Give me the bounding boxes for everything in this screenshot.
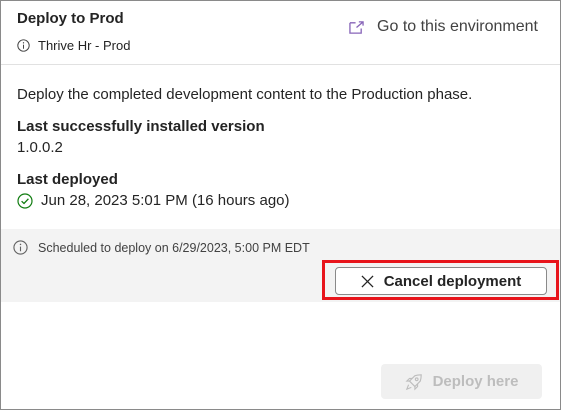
go-to-environment-link[interactable]: Go to this environment [348, 18, 538, 36]
deploy-panel: Deploy to Prod Thrive Hr - Prod Go to th… [0, 0, 561, 410]
last-deployed-label: Last deployed [17, 171, 118, 188]
cancel-deployment-label: Cancel deployment [383, 272, 522, 290]
panel-header: Deploy to Prod Thrive Hr - Prod Go to th… [1, 1, 560, 65]
info-icon [13, 240, 28, 255]
cancel-deployment-button[interactable]: Cancel deployment [335, 267, 547, 295]
rocket-icon [405, 373, 422, 391]
info-icon [17, 39, 30, 52]
close-icon [361, 274, 374, 288]
go-to-environment-label: Go to this environment [377, 18, 538, 35]
last-deployed-value: Jun 28, 2023 5:01 PM (16 hours ago) [41, 192, 290, 209]
environment-name: Thrive Hr - Prod [38, 38, 131, 53]
schedule-message-text: Scheduled to deploy on 6/29/2023, 5:00 P… [38, 240, 310, 255]
environment-subtitle: Thrive Hr - Prod [17, 38, 130, 53]
deploy-here-button[interactable]: Deploy here [381, 364, 542, 399]
last-deployed-row: Jun 28, 2023 5:01 PM (16 hours ago) [17, 192, 290, 209]
check-circle-icon [17, 192, 33, 209]
deploy-description: Deploy the completed development content… [17, 86, 473, 103]
schedule-message-bar: Scheduled to deploy on 6/29/2023, 5:00 P… [1, 229, 560, 302]
cancel-highlight-box: Cancel deployment [322, 260, 559, 300]
open-external-icon [349, 20, 364, 34]
installed-version-value: 1.0.0.2 [17, 139, 63, 156]
schedule-message: Scheduled to deploy on 6/29/2023, 5:00 P… [13, 240, 310, 255]
deploy-here-label: Deploy here [432, 373, 519, 390]
panel-title: Deploy to Prod [17, 10, 124, 27]
installed-version-label: Last successfully installed version [17, 118, 265, 135]
